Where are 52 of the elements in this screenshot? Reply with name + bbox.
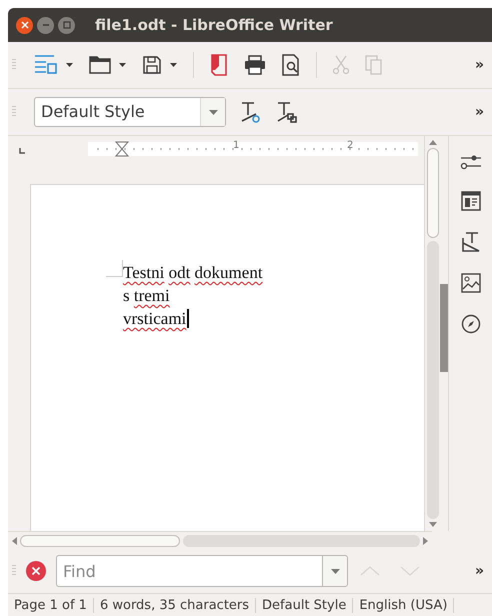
more-tools-button[interactable]: »: [474, 563, 484, 579]
toolbar-grip[interactable]: [12, 106, 16, 118]
scroll-up-icon[interactable]: [428, 140, 436, 145]
toolbar-grip[interactable]: [12, 565, 16, 577]
printer-icon[interactable]: [244, 55, 266, 75]
ruler-number: 2: [347, 140, 354, 151]
close-find-bar-icon[interactable]: [26, 561, 46, 581]
properties-icon[interactable]: [460, 154, 482, 170]
ruler-number: 1: [233, 140, 240, 151]
vertical-scrollbar[interactable]: [424, 136, 440, 531]
folder-icon[interactable]: [89, 55, 111, 75]
document-page[interactable]: Testni odt dokument s tremi vrsticami: [30, 184, 424, 531]
dropdown-arrow-icon[interactable]: [170, 63, 177, 67]
document-text-line: vrsticami: [123, 307, 190, 330]
more-tools-button[interactable]: »: [474, 104, 484, 120]
pdf-export-icon[interactable]: [210, 54, 228, 76]
more-tools-button[interactable]: »: [474, 57, 484, 73]
document-text-line: s tremi: [123, 285, 170, 307]
scroll-left-icon[interactable]: [12, 536, 17, 544]
horizontal-scrollbar[interactable]: [8, 531, 432, 549]
minimize-icon: [42, 24, 48, 26]
update-style-icon[interactable]: [240, 101, 262, 123]
compass-icon[interactable]: [460, 314, 480, 334]
page-layout-icon[interactable]: [460, 191, 480, 211]
find-field[interactable]: Find: [56, 555, 322, 587]
scrollbar-thumb[interactable]: [426, 148, 438, 238]
close-icon: [20, 21, 28, 29]
save-icon[interactable]: [142, 55, 162, 75]
status-bar-item: Default Style: [256, 598, 354, 612]
dropdown-arrow-icon[interactable]: [119, 63, 126, 67]
styles-icon[interactable]: [460, 232, 480, 252]
new-document-icon[interactable]: [34, 54, 58, 76]
status-bar-item: Page 1 of 1: [8, 598, 94, 612]
toolbar-grip[interactable]: [12, 59, 16, 71]
scrollbar-thumb[interactable]: [20, 534, 180, 546]
new-style-icon[interactable]: [276, 101, 298, 123]
dropdown-arrow-icon[interactable]: [66, 63, 73, 67]
paragraph-style-field[interactable]: Default Style: [34, 97, 226, 127]
maximize-button[interactable]: [58, 16, 75, 34]
scroll-down-icon[interactable]: [428, 522, 436, 527]
status-bar-item: 6 words, 35 characters: [94, 598, 256, 612]
window-title: file1.odt - LibreOffice Writer: [95, 16, 333, 34]
close-button[interactable]: [16, 16, 33, 34]
scroll-right-icon[interactable]: [423, 536, 428, 544]
image-icon[interactable]: [460, 273, 480, 293]
print-preview-icon[interactable]: [282, 54, 300, 76]
maximize-icon: [62, 21, 70, 29]
ruler[interactable]: 1 2: [10, 136, 424, 162]
document-text-line: Testni odt dokument: [123, 262, 263, 284]
find-history-button[interactable]: [322, 555, 348, 587]
status-bar-item: English (USA): [353, 598, 454, 612]
sidebar-collapse-handle[interactable]: [440, 284, 448, 372]
